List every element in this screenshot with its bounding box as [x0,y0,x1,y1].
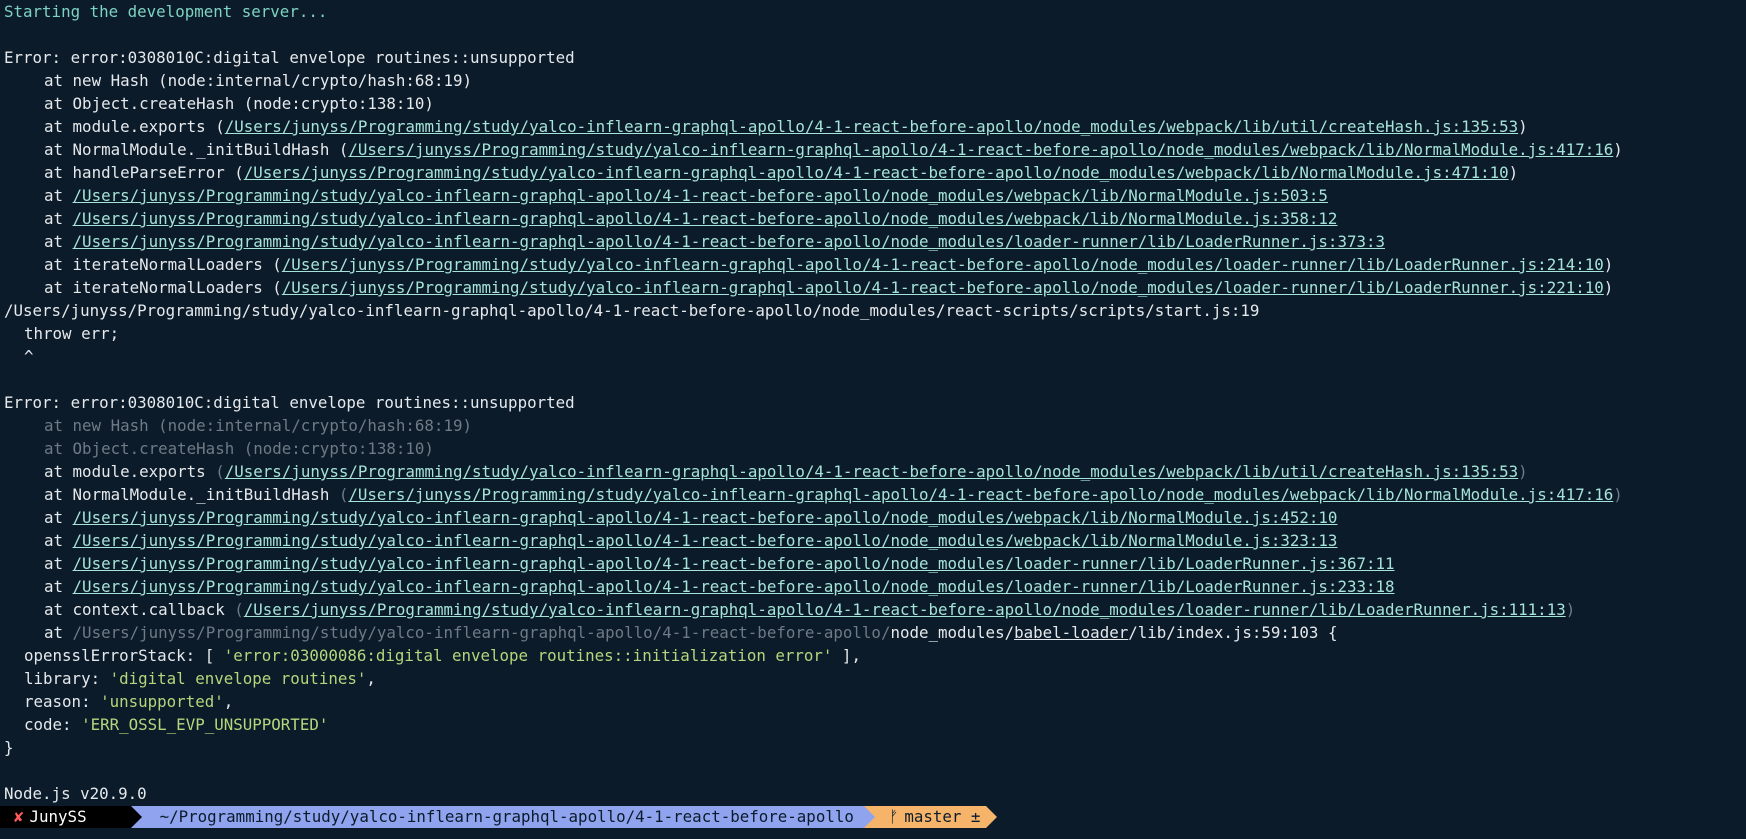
stack-frame: at Object.createHash (node:crypto:138:10… [44,94,434,113]
stack-frame: at context.callback (/Users/junyss/Progr… [44,600,1576,619]
stack-frame: at iterateNormalLoaders (/Users/junyss/P… [44,255,1614,274]
stack-frame: at /Users/junyss/Programming/study/yalco… [44,577,1395,596]
file-link[interactable]: /Users/junyss/Programming/study/yalco-in… [73,209,1338,228]
prompt-user-segment: ✘ JunySS [0,806,131,828]
stack-frame: at /Users/junyss/Programming/study/yalco… [44,508,1338,527]
stack-frame-internal: at Object.createHash (node:crypto:138:10… [44,439,434,458]
error-header: Error: error:0308010C:digital envelope r… [4,393,575,412]
file-link[interactable]: /Users/junyss/Programming/study/yalco-in… [348,485,1613,504]
git-branch-icon: ᚠ [888,807,899,826]
file-link[interactable]: /Users/junyss/Programming/study/yalco-in… [225,462,1518,481]
terminal-window[interactable]: Starting the development server... Error… [0,0,1746,828]
stack-frame: at iterateNormalLoaders (/Users/junyss/P… [44,278,1614,297]
file-link[interactable]: /Users/junyss/Programming/study/yalco-in… [73,186,1328,205]
stack-frame: at /Users/junyss/Programming/study/yalco… [44,186,1328,205]
stack-frame-internal: at new Hash (node:internal/crypto/hash:6… [44,416,472,435]
error-code: code: 'ERR_OSSL_EVP_UNSUPPORTED' [24,715,329,734]
error-status-icon: ✘ [14,807,24,826]
file-link[interactable]: /Users/junyss/Programming/study/yalco-in… [73,577,1395,596]
file-link[interactable]: /Users/junyss/Programming/study/yalco-in… [244,163,1509,182]
openssl-error-stack: opensslErrorStack: [ 'error:03000086:dig… [24,646,861,665]
powerline-separator [986,806,998,828]
shell-prompt[interactable]: ✘ JunySS ~/Programming/study/yalco-inflea… [0,806,1746,828]
stack-frame: at /Users/junyss/Programming/study/yalco… [44,232,1385,251]
powerline-separator [863,806,875,828]
stack-frame: at NormalModule._initBuildHash (/Users/j… [44,140,1623,159]
stack-frame: at /Users/junyss/Programming/study/yalco… [44,623,1338,642]
start-script-path: /Users/junyss/Programming/study/yalco-in… [4,301,1260,320]
prompt-git-segment: ᚠ master ± [874,806,987,828]
file-link[interactable]: /Users/junyss/Programming/study/yalco-in… [73,508,1338,527]
file-link[interactable]: /Users/junyss/Programming/study/yalco-in… [282,278,1604,297]
stack-frame: at module.exports (/Users/junyss/Program… [44,462,1528,481]
stack-frame: at new Hash (node:internal/crypto/hash:6… [44,71,472,90]
powerline-separator [130,806,142,828]
file-link[interactable]: /Users/junyss/Programming/study/yalco-in… [348,140,1613,159]
error-reason: reason: 'unsupported', [24,692,234,711]
prompt-path: ~/Programming/study/yalco-inflearn-graph… [159,807,854,826]
file-link[interactable]: /Users/junyss/Programming/study/yalco-in… [73,554,1395,573]
node-version: Node.js v20.9.0 [4,784,147,803]
file-link[interactable]: /Users/junyss/Programming/study/yalco-in… [73,531,1338,550]
start-message: Starting the development server... [4,2,328,21]
file-link[interactable]: /Users/junyss/Programming/study/yalco-in… [73,232,1385,251]
stack-frame: at NormalModule._initBuildHash (/Users/j… [44,485,1623,504]
error-library: library: 'digital envelope routines', [24,669,376,688]
stack-frame: at module.exports (/Users/junyss/Program… [44,117,1528,136]
prompt-path-segment: ~/Programming/study/yalco-inflearn-graph… [141,806,864,828]
caret-marker: ^ [24,347,34,366]
error-header: Error: error:0308010C:digital envelope r… [4,48,575,67]
file-link[interactable]: /Users/junyss/Programming/study/yalco-in… [244,600,1566,619]
file-link[interactable]: /Users/junyss/Programming/study/yalco-in… [282,255,1604,274]
prompt-branch: master ± [904,807,981,826]
stack-frame: at /Users/junyss/Programming/study/yalco… [44,554,1395,573]
close-brace: } [4,738,14,757]
stack-frame: at /Users/junyss/Programming/study/yalco… [44,531,1338,550]
stack-frame: at handleParseError (/Users/junyss/Progr… [44,163,1519,182]
prompt-user: JunySS [29,807,87,826]
babel-loader-link[interactable]: babel-loader [1014,623,1128,642]
stack-frame: at /Users/junyss/Programming/study/yalco… [44,209,1338,228]
throw-statement: throw err; [24,324,120,343]
file-link[interactable]: /Users/junyss/Programming/study/yalco-in… [225,117,1518,136]
